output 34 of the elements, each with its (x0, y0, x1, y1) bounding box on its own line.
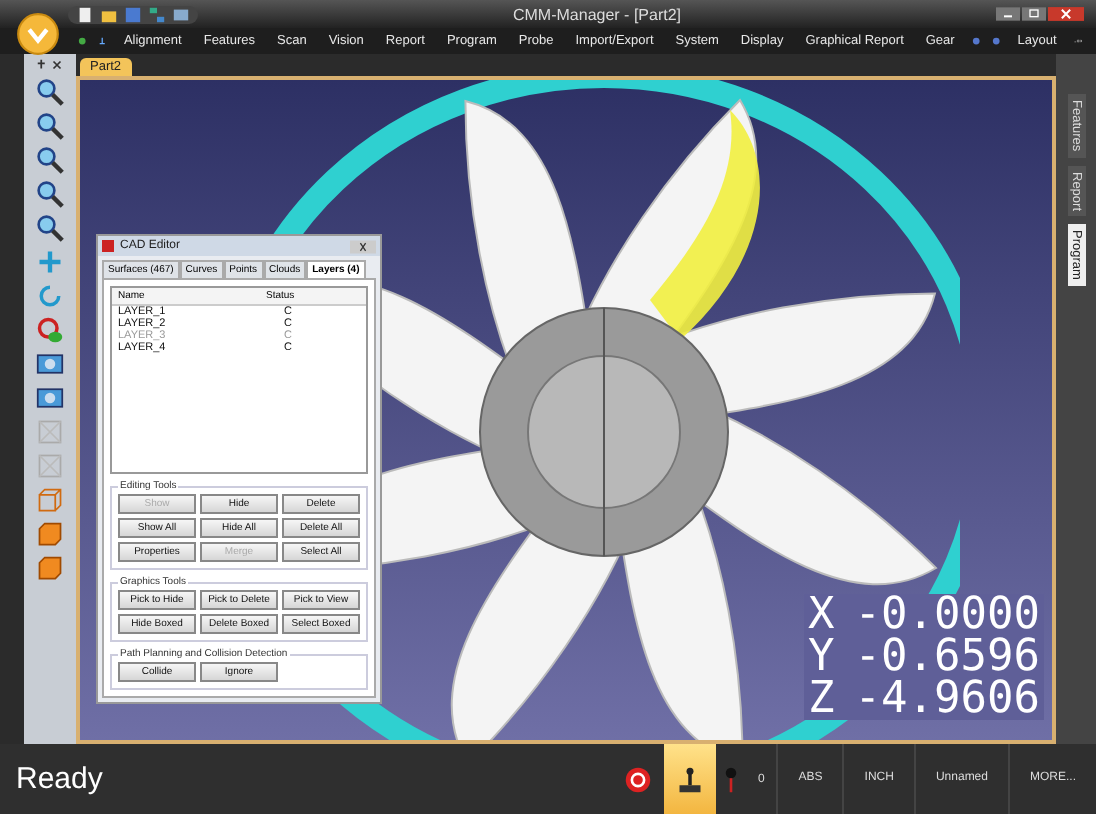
coordinate-value: -0.0000 (854, 594, 1040, 636)
close-button[interactable] (1048, 6, 1084, 22)
joystick-button[interactable] (663, 744, 716, 814)
minimize-button[interactable] (996, 6, 1020, 22)
axis-label: Z (808, 678, 835, 720)
zoom-icon[interactable] (36, 214, 64, 242)
new-file-icon[interactable] (76, 5, 94, 23)
zoom-icon[interactable] (36, 146, 64, 174)
close-button[interactable] (350, 239, 376, 253)
probe-icon[interactable] (98, 32, 107, 50)
zoom-icon[interactable] (36, 78, 64, 106)
view-icon[interactable] (36, 350, 64, 378)
pin-icon[interactable] (36, 58, 64, 72)
view-icon[interactable] (36, 384, 64, 412)
window-title: CMM-Manager - [Part2] (510, 5, 684, 23)
zoom-icon[interactable] (36, 180, 64, 208)
rotate-view-icon[interactable] (36, 316, 64, 344)
status-text: Ready (14, 762, 103, 796)
app-menu-icon[interactable] (16, 12, 60, 56)
cad-editor-icon (102, 240, 114, 252)
zoom-icon[interactable] (36, 112, 64, 140)
probe-tip-icon (723, 765, 738, 793)
axis-label: Y (808, 636, 835, 678)
network-icon[interactable] (148, 5, 166, 23)
stop-icon[interactable] (623, 765, 652, 793)
coordinate-value: -0.6596 (854, 636, 1040, 678)
window-icon[interactable] (172, 5, 190, 23)
axis-label: X (808, 594, 835, 636)
maximize-button[interactable] (1022, 6, 1046, 22)
folder-icon[interactable] (100, 5, 118, 23)
coordinate-value: -4.9606 (854, 678, 1040, 720)
solid-cube-icon[interactable] (36, 520, 64, 548)
solid-cube-icon[interactable] (36, 554, 64, 582)
joystick-icon (675, 765, 704, 793)
